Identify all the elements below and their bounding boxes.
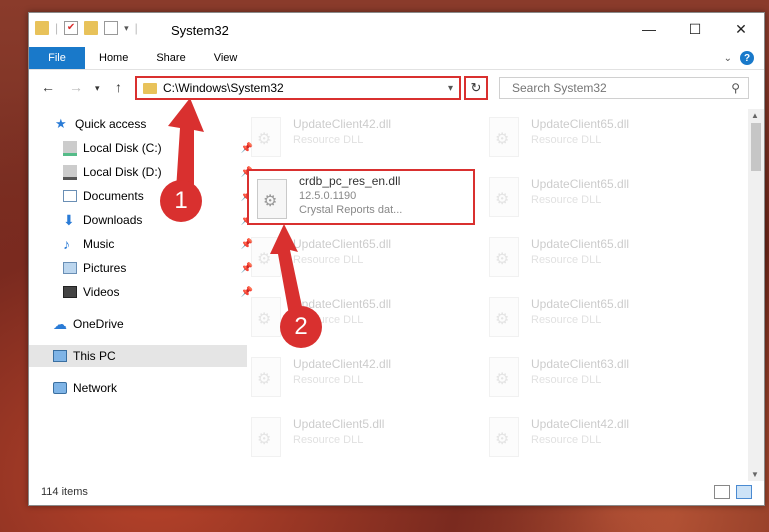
step-badge-2: 2 — [280, 306, 322, 348]
step-badge-1: 1 — [160, 180, 202, 222]
arrow-1 — [168, 98, 204, 190]
annotation-arrows — [168, 98, 304, 320]
